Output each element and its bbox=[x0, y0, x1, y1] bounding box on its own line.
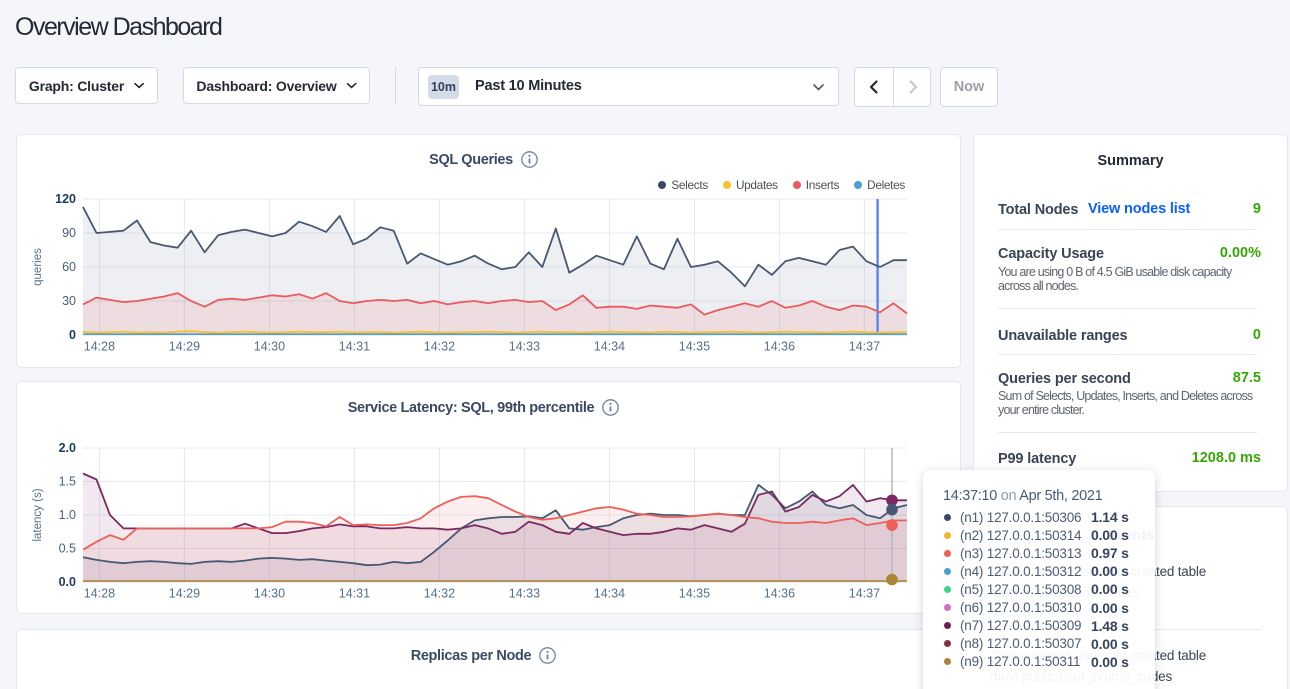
svg-text:0: 0 bbox=[69, 328, 76, 342]
svg-text:14:34: 14:34 bbox=[594, 340, 625, 354]
svg-text:14:35: 14:35 bbox=[679, 587, 710, 601]
svg-text:120: 120 bbox=[55, 192, 76, 206]
svg-text:30: 30 bbox=[62, 294, 76, 308]
svg-text:queries: queries bbox=[32, 248, 44, 286]
svg-text:14:36: 14:36 bbox=[764, 587, 795, 601]
svg-text:14:37: 14:37 bbox=[849, 587, 880, 601]
svg-text:14:32: 14:32 bbox=[424, 340, 455, 354]
svg-text:60: 60 bbox=[62, 260, 76, 274]
svg-text:14:28: 14:28 bbox=[84, 340, 115, 354]
svg-text:14:31: 14:31 bbox=[339, 587, 370, 601]
svg-text:2.0: 2.0 bbox=[59, 441, 76, 455]
svg-text:14:29: 14:29 bbox=[169, 340, 200, 354]
svg-text:14:34: 14:34 bbox=[594, 587, 625, 601]
svg-text:0.0: 0.0 bbox=[59, 575, 76, 589]
svg-text:1.0: 1.0 bbox=[59, 508, 76, 522]
svg-text:14:31: 14:31 bbox=[339, 340, 370, 354]
svg-text:1.5: 1.5 bbox=[59, 475, 76, 489]
svg-text:0.5: 0.5 bbox=[59, 542, 76, 556]
svg-text:14:30: 14:30 bbox=[254, 587, 285, 601]
svg-text:latency (s): latency (s) bbox=[32, 488, 44, 541]
svg-text:14:35: 14:35 bbox=[679, 340, 710, 354]
svg-text:14:33: 14:33 bbox=[509, 587, 540, 601]
svg-text:14:29: 14:29 bbox=[169, 587, 200, 601]
svg-text:14:32: 14:32 bbox=[424, 587, 455, 601]
svg-text:14:30: 14:30 bbox=[254, 340, 285, 354]
svg-text:14:28: 14:28 bbox=[84, 587, 115, 601]
svg-text:14:36: 14:36 bbox=[764, 340, 795, 354]
svg-text:14:37: 14:37 bbox=[849, 340, 880, 354]
svg-text:90: 90 bbox=[62, 226, 76, 240]
svg-text:14:33: 14:33 bbox=[509, 340, 540, 354]
